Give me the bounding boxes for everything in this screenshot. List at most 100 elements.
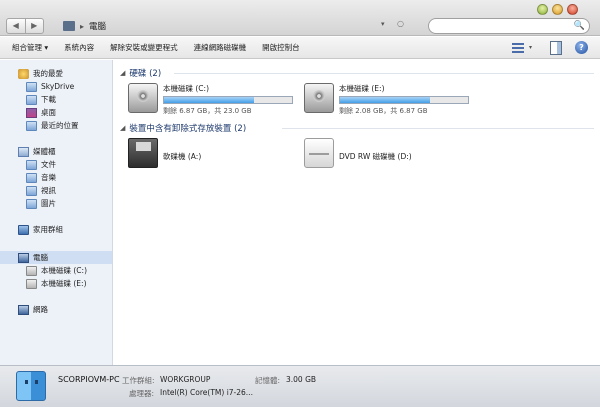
breadcrumb-computer[interactable]: 電腦: [89, 20, 106, 32]
group-divider: [282, 128, 594, 129]
sidebar-item-label: 本機磁碟 (E:): [41, 279, 87, 288]
workgroup-value: WORKGROUP: [160, 375, 211, 384]
details-pane: SCORPIOVM-PC 工作群組: WORKGROUP 記憶體: 3.00 G…: [0, 365, 600, 407]
computer-icon: [18, 252, 29, 263]
close-button[interactable]: [567, 4, 578, 15]
folder-icon: [26, 81, 37, 92]
sidebar-item-pictures[interactable]: 圖片: [26, 197, 56, 210]
sidebar-item-downloads[interactable]: 下載: [26, 93, 56, 106]
drive-icon: [26, 265, 37, 276]
sidebar-item-favorites[interactable]: 我的最愛: [18, 67, 63, 80]
back-button[interactable]: ◀: [7, 19, 25, 33]
sidebar-item-label: 下載: [41, 95, 56, 104]
view-dropdown-icon[interactable]: ▾: [529, 41, 532, 55]
network-icon: [18, 304, 29, 315]
dvd-drive-icon: [304, 138, 334, 168]
drive-item-d[interactable]: DVD RW 磁碟機 (D:): [304, 138, 412, 174]
floppy-drive-icon: [128, 138, 158, 168]
workgroup-label: 工作群組:: [122, 376, 155, 385]
sidebar-item-label: 家用群組: [33, 225, 63, 234]
sidebar-item-label: 媒體櫃: [33, 147, 56, 156]
collapse-chevron-icon[interactable]: ◢: [120, 124, 125, 132]
refresh-icon[interactable]: ○: [397, 19, 404, 28]
group-header-removable[interactable]: ◢ 裝置中含有卸除式存放裝置 (2): [120, 122, 246, 134]
folder-icon: [26, 172, 37, 183]
drive-item-e[interactable]: 本機磁碟 (E:) 剩餘 2.08 GB，共 6.87 GB: [304, 83, 469, 119]
sidebar-item-label: 圖片: [41, 199, 56, 208]
homegroup-icon: [18, 224, 29, 235]
nav-buttons: ◀ ▶: [6, 18, 44, 34]
command-toolbar: 組合管理 ▾ 系統內容 解除安裝或變更程式 連線網路磁碟機 開啟控制台 ▾ ?: [0, 37, 600, 59]
folder-icon: [26, 185, 37, 196]
drive-capacity: 剩餘 2.08 GB，共 6.87 GB: [339, 107, 428, 115]
drive-name: 本機磁碟 (E:): [339, 84, 385, 93]
sidebar-item-music[interactable]: 音樂: [26, 171, 56, 184]
sidebar-item-network[interactable]: 網路: [18, 303, 48, 316]
folder-icon: [26, 159, 37, 170]
folder-icon: [26, 94, 37, 105]
sidebar-item-local-disk-c[interactable]: 本機磁碟 (C:): [26, 264, 87, 277]
group-divider: [174, 73, 594, 74]
computer-icon: [16, 371, 46, 401]
computer-name: SCORPIOVM-PC: [58, 375, 120, 384]
hard-drive-icon: [304, 83, 334, 113]
sidebar-item-label: 視訊: [41, 186, 56, 195]
file-view: ◢ 硬碟 (2) 本機磁碟 (C:) 剩餘 6.87 GB，共 23.0 GB …: [114, 60, 600, 365]
sidebar-item-label: 本機磁碟 (C:): [41, 266, 87, 275]
sidebar-item-documents[interactable]: 文件: [26, 158, 56, 171]
memory-label: 記憶體:: [255, 376, 281, 385]
group-header-hard-disks[interactable]: ◢ 硬碟 (2): [120, 67, 161, 79]
sidebar-item-label: 我的最愛: [33, 69, 63, 78]
drive-name: 軟碟機 (A:): [163, 151, 202, 161]
processor-label: 處理器:: [129, 389, 155, 398]
address-dropdown-icon[interactable]: ▾: [381, 20, 385, 28]
sidebar-item-desktop[interactable]: 桌面: [26, 106, 56, 119]
drive-icon: [26, 278, 37, 289]
library-icon: [18, 146, 29, 157]
group-header-label: 硬碟 (2): [129, 69, 162, 79]
preview-pane-icon[interactable]: [550, 41, 562, 55]
drive-name: 本機磁碟 (C:): [163, 84, 209, 93]
capacity-bar: [339, 96, 469, 104]
sidebar-item-libraries[interactable]: 媒體櫃: [18, 145, 56, 158]
forward-button[interactable]: ▶: [24, 19, 44, 33]
drive-item-a[interactable]: 軟碟機 (A:): [128, 138, 201, 174]
map-network-drive-button[interactable]: 連線網路磁碟機: [178, 42, 247, 53]
drive-item-c[interactable]: 本機磁碟 (C:) 剩餘 6.87 GB，共 23.0 GB: [128, 83, 293, 119]
processor-value: Intel(R) Core(TM) i7-26...: [160, 388, 253, 397]
organize-button[interactable]: 組合管理 ▾: [0, 42, 48, 53]
drive-capacity: 剩餘 6.87 GB，共 23.0 GB: [163, 107, 252, 115]
capacity-bar-fill: [340, 97, 430, 103]
group-header-label: 裝置中含有卸除式存放裝置 (2): [129, 124, 247, 134]
sidebar-item-local-disk-e[interactable]: 本機磁碟 (E:): [26, 277, 87, 290]
sidebar-item-videos[interactable]: 視訊: [26, 184, 56, 197]
sidebar-item-label: 音樂: [41, 173, 56, 182]
sidebar-item-label: 網路: [33, 305, 48, 314]
breadcrumb-separator: ▸: [80, 21, 85, 31]
maximize-button[interactable]: [552, 4, 563, 15]
open-control-panel-button[interactable]: 開啟控制台: [246, 42, 300, 53]
system-properties-button[interactable]: 系統內容: [48, 42, 94, 53]
sidebar-item-homegroup[interactable]: 家用群組: [18, 223, 63, 236]
sidebar-item-recent-places[interactable]: 最近的位置: [26, 119, 79, 132]
address-bar[interactable]: ▸ 電腦: [63, 18, 398, 34]
star-icon: [18, 68, 29, 79]
capacity-bar: [163, 96, 293, 104]
sidebar-item-label: 文件: [41, 160, 56, 169]
title-bar: ◀ ▶ ▸ 電腦 ▾ ○ 🔍: [0, 0, 600, 36]
view-options-icon[interactable]: [512, 41, 524, 55]
sidebar-item-label: 桌面: [41, 108, 56, 117]
sidebar-item-skydrive[interactable]: SkyDrive: [26, 80, 74, 93]
sidebar-item-computer[interactable]: 電腦: [0, 251, 112, 264]
windows-drive-icon: [128, 83, 158, 113]
sidebar-item-label: SkyDrive: [41, 82, 75, 91]
minimize-button[interactable]: [537, 4, 548, 15]
uninstall-program-button[interactable]: 解除安裝或變更程式: [94, 42, 178, 53]
search-input[interactable]: 🔍: [428, 18, 590, 34]
memory-value: 3.00 GB: [286, 375, 317, 384]
capacity-bar-fill: [164, 97, 254, 103]
help-icon[interactable]: ?: [575, 41, 588, 54]
computer-icon: [63, 21, 75, 31]
search-icon: 🔍: [573, 21, 585, 31]
collapse-chevron-icon[interactable]: ◢: [120, 69, 125, 77]
